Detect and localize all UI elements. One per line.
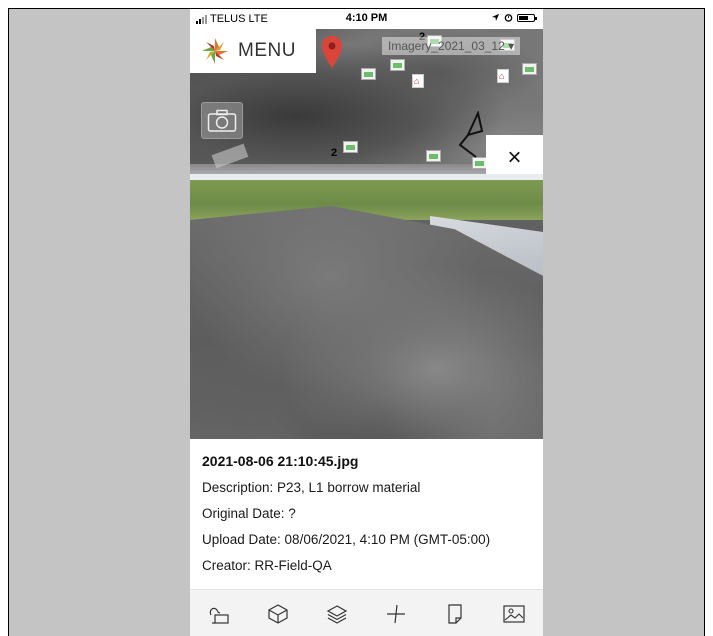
imagery-selector[interactable]: Imagery_2021_03_12 ▾ <box>382 37 521 55</box>
phone-screen: TELUS LTE 4:10 PM 2 2 <box>190 9 543 636</box>
gallery-button[interactable] <box>499 599 529 629</box>
map-view[interactable]: 2 2 MENU <box>190 29 543 174</box>
location-pin-icon[interactable] <box>321 35 343 69</box>
menu-label: MENU <box>238 40 296 61</box>
image-icon <box>502 605 525 623</box>
layers-button[interactable] <box>322 599 352 629</box>
draw-tool-button[interactable] <box>204 599 234 629</box>
status-icons <box>491 13 537 22</box>
alarm-icon <box>504 14 513 22</box>
camera-button[interactable] <box>201 102 243 139</box>
photo-marker-icon[interactable] <box>522 63 537 75</box>
split-tool-button[interactable] <box>381 599 411 629</box>
battery-icon <box>517 13 537 22</box>
logo-icon <box>202 38 228 64</box>
photo-description: Description: P23, L1 borrow material <box>202 480 421 495</box>
close-icon: × <box>507 144 522 171</box>
notes-button[interactable] <box>440 599 470 629</box>
photo-original-date: Original Date: ? <box>202 506 296 521</box>
chevron-down-icon: ▾ <box>508 39 515 53</box>
photo-filename: 2021-08-06 21:10:45.jpg <box>202 453 359 469</box>
photo-preview[interactable] <box>190 174 543 439</box>
photo-marker-icon[interactable] <box>426 150 441 162</box>
cube-icon <box>268 604 288 624</box>
draw-tool-icon <box>210 607 230 624</box>
bottom-toolbar <box>190 589 543 636</box>
photo-details: 2021-08-06 21:10:45.jpg Description: P23… <box>190 439 543 589</box>
imagery-selector-label: Imagery_2021_03_12 <box>388 39 505 53</box>
photo-upload-date: Upload Date: 08/06/2021, 4:10 PM (GMT-05… <box>202 532 491 547</box>
cluster-count[interactable]: 2 <box>331 147 337 159</box>
layers-icon <box>326 605 348 624</box>
pdf-marker-icon[interactable] <box>412 74 424 88</box>
status-bar: TELUS LTE 4:10 PM <box>190 9 543 29</box>
location-arrow-icon <box>491 13 500 22</box>
photo-marker-icon[interactable] <box>343 141 358 153</box>
pdf-marker-icon[interactable] <box>497 69 509 83</box>
photo-creator: Creator: RR-Field-QA <box>202 558 332 573</box>
note-icon <box>448 604 462 624</box>
menu-button[interactable]: MENU <box>190 29 316 73</box>
3d-view-button[interactable] <box>263 599 293 629</box>
photo-marker-icon[interactable] <box>361 68 376 80</box>
photo-marker-icon[interactable] <box>390 59 405 71</box>
camera-icon <box>207 109 237 132</box>
viewer-frame: TELUS LTE 4:10 PM 2 2 <box>8 8 705 636</box>
close-button[interactable]: × <box>486 135 543 174</box>
split-icon <box>386 604 405 624</box>
